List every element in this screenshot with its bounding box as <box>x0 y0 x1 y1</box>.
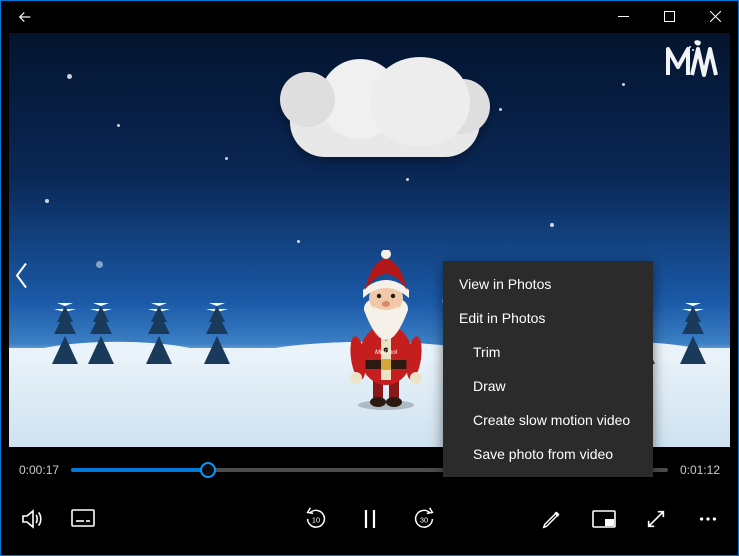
edit-context-menu: View in Photos Edit in Photos Trim Draw … <box>443 261 653 477</box>
snowflake <box>622 83 625 86</box>
close-icon <box>710 11 721 22</box>
snowflake <box>499 108 502 111</box>
cloud-decoration <box>290 87 480 157</box>
skip-back-icon: 10 <box>302 504 330 534</box>
chevron-left-icon <box>13 261 31 291</box>
video-character-santa: MiniTool <box>341 250 431 410</box>
pencil-icon <box>541 508 563 530</box>
window-controls <box>600 1 738 33</box>
volume-icon <box>19 507 43 531</box>
pause-icon <box>360 508 380 530</box>
skip-forward-icon: 30 <box>410 504 438 534</box>
previous-media-button[interactable] <box>13 261 31 296</box>
menu-edit-in-photos-header: Edit in Photos <box>443 301 653 335</box>
fullscreen-button[interactable] <box>642 505 670 533</box>
subtitles-button[interactable] <box>69 505 97 533</box>
snowflake <box>96 261 103 268</box>
tree-decoration <box>88 336 114 364</box>
close-button[interactable] <box>692 1 738 31</box>
mini-view-icon <box>592 510 616 528</box>
svg-text:10: 10 <box>311 516 319 525</box>
minimize-icon <box>618 11 629 22</box>
minimize-button[interactable] <box>600 1 646 31</box>
watermark-logo <box>666 39 720 82</box>
seek-thumb[interactable] <box>200 462 216 478</box>
title-bar <box>1 1 738 33</box>
snowflake <box>45 199 49 203</box>
menu-save-photo[interactable]: Save photo from video <box>443 437 653 471</box>
tree-decoration <box>204 336 230 364</box>
total-time-label: 0:01:12 <box>680 463 720 477</box>
mini-view-button[interactable] <box>590 505 618 533</box>
control-bar: 10 30 <box>9 495 730 543</box>
tree-decoration <box>146 336 172 364</box>
tree-decoration <box>680 336 706 364</box>
back-arrow-icon <box>16 8 34 26</box>
maximize-button[interactable] <box>646 1 692 31</box>
character-label: MiniTool <box>375 350 398 356</box>
menu-create-slowmo[interactable]: Create slow motion video <box>443 403 653 437</box>
fullscreen-icon <box>645 508 667 530</box>
more-options-button[interactable] <box>694 505 722 533</box>
current-time-label: 0:00:17 <box>19 463 59 477</box>
svg-text:30: 30 <box>419 516 427 525</box>
menu-view-in-photos[interactable]: View in Photos <box>443 267 653 301</box>
skip-back-button[interactable]: 10 <box>302 505 330 533</box>
snowflake <box>406 178 409 181</box>
edit-button[interactable] <box>538 505 566 533</box>
maximize-icon <box>664 11 675 22</box>
subtitles-icon <box>71 509 95 529</box>
menu-trim[interactable]: Trim <box>443 335 653 369</box>
ellipsis-icon <box>697 508 719 530</box>
back-button[interactable] <box>5 2 45 32</box>
menu-draw[interactable]: Draw <box>443 369 653 403</box>
tree-decoration <box>52 336 78 364</box>
volume-button[interactable] <box>17 505 45 533</box>
skip-forward-button[interactable]: 30 <box>410 505 438 533</box>
seek-fill <box>71 468 208 472</box>
pause-button[interactable] <box>356 505 384 533</box>
